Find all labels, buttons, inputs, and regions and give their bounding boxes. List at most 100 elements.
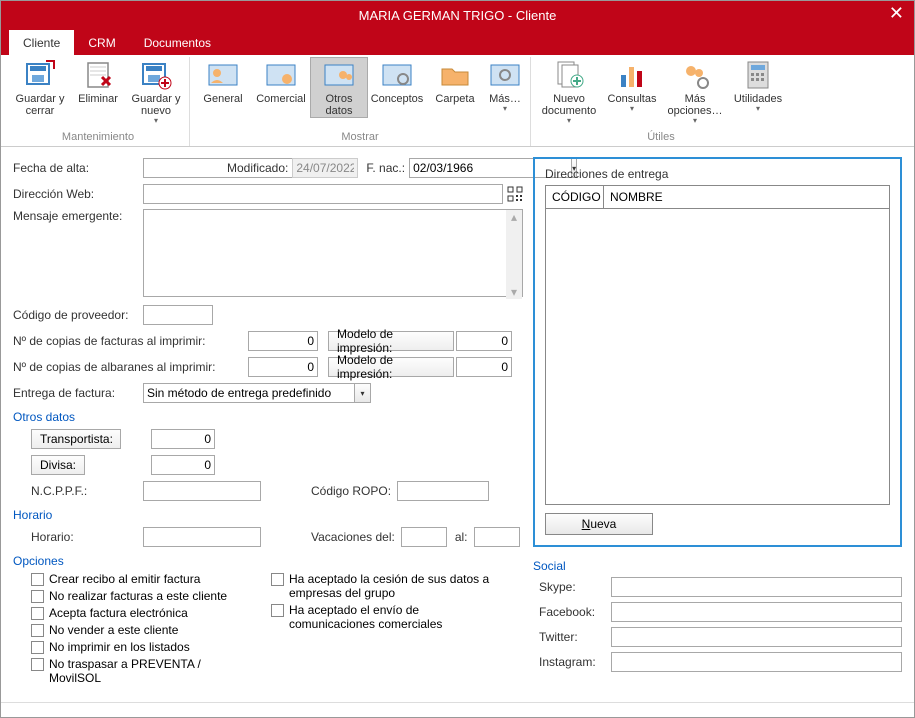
- entrega-fact-combo[interactable]: ▾: [143, 383, 371, 403]
- modificado-label: Modificado:: [227, 161, 288, 175]
- transportista-button[interactable]: Transportista:: [31, 429, 121, 449]
- dir-web-input[interactable]: [143, 184, 503, 204]
- modelo-impresion-button-1[interactable]: Modelo de impresión:: [328, 331, 454, 351]
- chk-envio-comunicaciones[interactable]: [271, 604, 284, 617]
- titlebar: MARIA GERMAN TRIGO - Cliente ✕: [1, 1, 914, 29]
- otros-datos-button[interactable]: Otros datos: [310, 57, 368, 118]
- vacaciones-al-label: al:: [455, 530, 468, 544]
- eliminar-button[interactable]: Eliminar: [69, 57, 127, 105]
- close-icon[interactable]: ✕: [889, 3, 904, 24]
- modelo-impresion-val-2[interactable]: [456, 357, 512, 377]
- twitter-input[interactable]: [611, 627, 902, 647]
- fnac-combo[interactable]: ▾: [409, 158, 495, 178]
- card-gear2-icon: [489, 59, 521, 91]
- otros-datos-section: Otros datos: [13, 410, 523, 424]
- dir-web-label: Dirección Web:: [13, 187, 143, 201]
- skype-input[interactable]: [611, 577, 902, 597]
- save-close-icon: [24, 59, 56, 91]
- modelo-impresion-val-1[interactable]: [456, 331, 512, 351]
- copias-alb-input[interactable]: [248, 357, 318, 377]
- scrollbar[interactable]: ▴▾: [506, 210, 522, 299]
- horario-input[interactable]: [143, 527, 261, 547]
- consultas-button[interactable]: Consultas ▾: [603, 57, 661, 114]
- chk-no-imprimir[interactable]: [31, 641, 44, 654]
- guardar-cerrar-button[interactable]: Guardar y cerrar: [11, 57, 69, 117]
- cod-prov-label: Código de proveedor:: [13, 308, 143, 322]
- chevron-down-icon: ▾: [503, 105, 507, 114]
- instagram-label: Instagram:: [539, 655, 611, 669]
- chk-no-traspasar[interactable]: [31, 658, 44, 671]
- chk-cesion-datos[interactable]: [271, 573, 284, 586]
- col-codigo[interactable]: CÓDIGO: [546, 186, 604, 209]
- ncppf-input[interactable]: [143, 481, 261, 501]
- card-money-icon: [265, 59, 297, 91]
- qr-icon[interactable]: [507, 186, 523, 202]
- card-gear-icon: [381, 59, 413, 91]
- chk-no-facturas[interactable]: [31, 590, 44, 603]
- folder-icon: [439, 59, 471, 91]
- comercial-button[interactable]: Comercial: [252, 57, 310, 105]
- footer-divider: [1, 702, 914, 703]
- general-button[interactable]: General: [194, 57, 252, 105]
- utilidades-button[interactable]: Utilidades ▾: [729, 57, 787, 114]
- guardar-nuevo-button[interactable]: Guardar y nuevo ▾: [127, 57, 185, 126]
- chevron-down-icon[interactable]: ▾: [355, 383, 371, 403]
- chk-factura-electronica[interactable]: [31, 607, 44, 620]
- window-title: MARIA GERMAN TRIGO - Cliente: [359, 8, 557, 23]
- chevron-down-icon: ▾: [693, 117, 697, 126]
- horario-section: Horario: [13, 508, 523, 522]
- fecha-alta-combo[interactable]: ▾: [143, 158, 219, 178]
- new-doc-icon: [553, 59, 585, 91]
- chk-no-vender[interactable]: [31, 624, 44, 637]
- tab-documentos[interactable]: Documentos: [130, 30, 225, 55]
- fnac-label: F. nac.:: [366, 161, 405, 175]
- delete-icon: [82, 59, 114, 91]
- direcciones-grid[interactable]: CÓDIGO NOMBRE: [545, 185, 890, 505]
- mas-opciones-button[interactable]: Más opciones… ▾: [661, 57, 729, 126]
- card-person-icon: [207, 59, 239, 91]
- card-people-icon: [323, 59, 355, 91]
- divisa-input[interactable]: [151, 455, 215, 475]
- carpeta-button[interactable]: Carpeta: [426, 57, 484, 105]
- cod-ropo-input[interactable]: [397, 481, 489, 501]
- transportista-input[interactable]: [151, 429, 215, 449]
- twitter-label: Twitter:: [539, 630, 611, 644]
- vacaciones-del-input[interactable]: [401, 527, 447, 547]
- chevron-down-icon: ▾: [756, 105, 760, 114]
- tab-crm[interactable]: CRM: [74, 30, 129, 55]
- cod-prov-input[interactable]: [143, 305, 213, 325]
- chevron-down-icon: ▾: [567, 117, 571, 126]
- msg-emergente-label: Mensaje emergente:: [13, 209, 143, 223]
- entrega-fact-input[interactable]: [143, 383, 355, 403]
- mas-button[interactable]: Más… ▾: [484, 57, 526, 114]
- chk-crear-recibo[interactable]: [31, 573, 44, 586]
- conceptos-button[interactable]: Conceptos: [368, 57, 426, 105]
- facebook-input[interactable]: [611, 602, 902, 622]
- copias-fact-input[interactable]: [248, 331, 318, 351]
- chevron-down-icon: ▾: [154, 117, 158, 126]
- ribbon-group-utiles: Nuevo documento ▾ Consultas ▾ Más opcion…: [531, 57, 791, 146]
- modelo-impresion-button-2[interactable]: Modelo de impresión:: [328, 357, 454, 377]
- entrega-fact-label: Entrega de factura:: [13, 386, 143, 400]
- nueva-button[interactable]: Nueva: [545, 513, 653, 535]
- grid-body[interactable]: [546, 209, 889, 504]
- facebook-label: Facebook:: [539, 605, 611, 619]
- col-nombre[interactable]: NOMBRE: [604, 186, 889, 209]
- tab-cliente[interactable]: Cliente: [9, 30, 74, 55]
- nuevo-documento-button[interactable]: Nuevo documento ▾: [535, 57, 603, 126]
- chevron-down-icon: ▾: [630, 105, 634, 114]
- ribbon-group-mostrar: General Comercial Otros datos Conceptos …: [190, 57, 531, 146]
- main-tabs: Cliente CRM Documentos: [1, 29, 914, 55]
- msg-emergente-input[interactable]: [143, 209, 523, 297]
- skype-label: Skype:: [539, 580, 611, 594]
- vacaciones-label: Vacaciones del:: [311, 530, 395, 544]
- divisa-button[interactable]: Divisa:: [31, 455, 85, 475]
- direcciones-entrega-panel: Direcciones de entrega CÓDIGO NOMBRE Nue…: [533, 157, 902, 547]
- save-new-icon: [140, 59, 172, 91]
- copias-alb-label: Nº de copias de albaranes al imprimir:: [13, 360, 248, 374]
- modificado-field: [292, 158, 358, 178]
- opciones-section: Opciones: [13, 554, 523, 568]
- direcciones-label: Direcciones de entrega: [545, 167, 890, 181]
- instagram-input[interactable]: [611, 652, 902, 672]
- vacaciones-al-input[interactable]: [474, 527, 520, 547]
